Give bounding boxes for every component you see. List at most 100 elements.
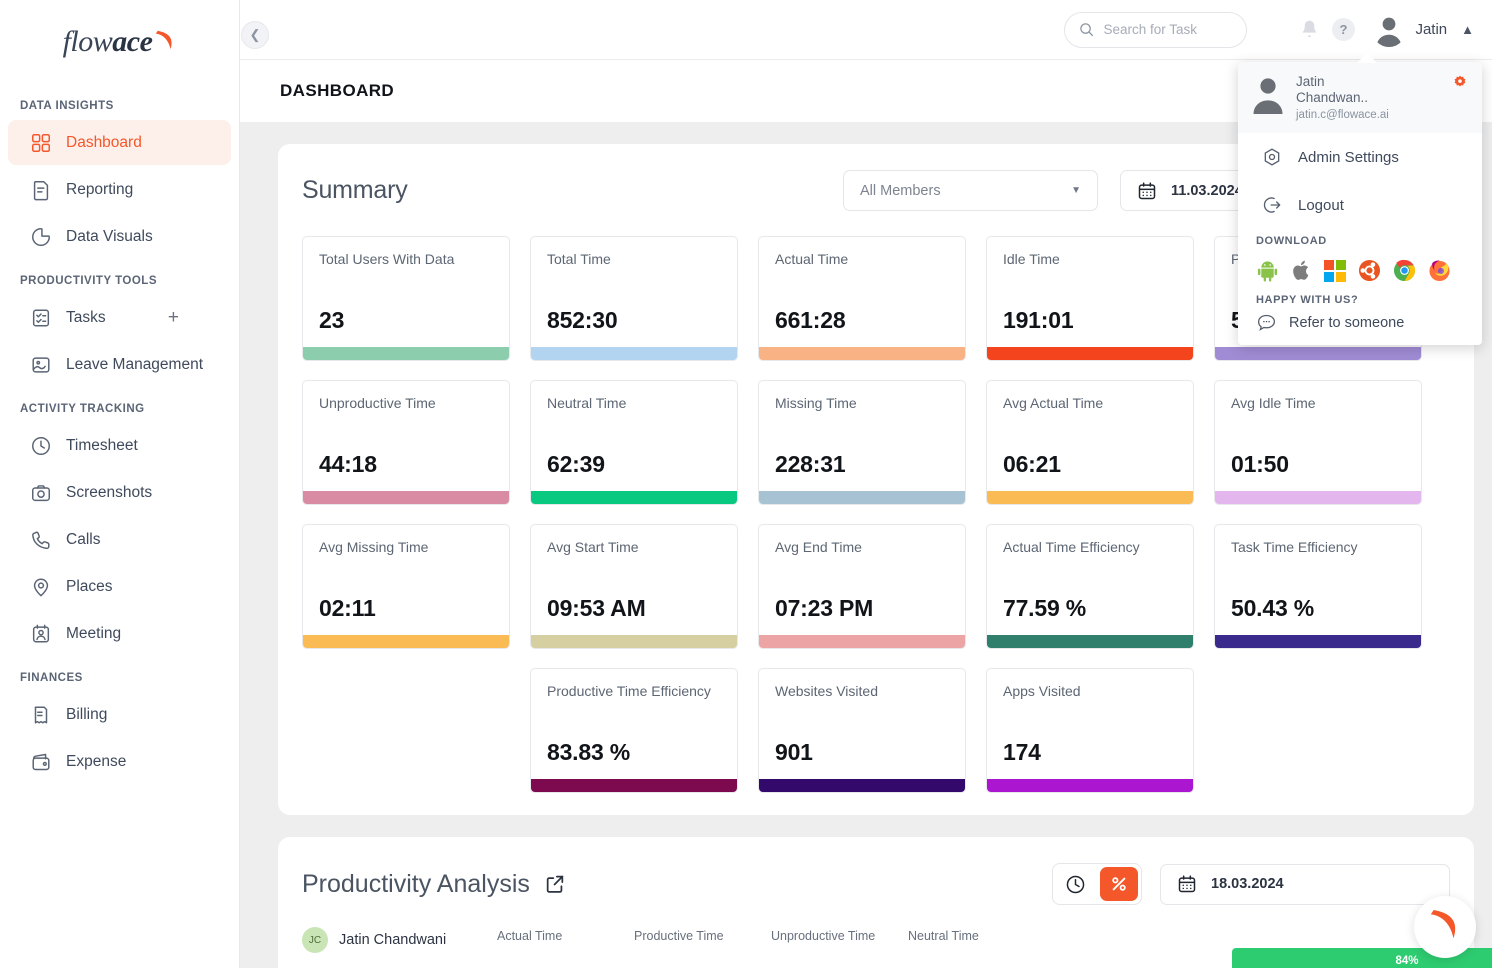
- sidebar-item-calls[interactable]: Calls: [8, 517, 231, 562]
- firefox-icon[interactable]: [1428, 259, 1451, 282]
- summary-card-accent-bar: [1215, 347, 1421, 360]
- refer-menu-item[interactable]: Refer to someone: [1238, 306, 1482, 333]
- summary-card-value: 02:11: [319, 595, 376, 621]
- user-dropdown-header: Jatin Chandwan.. jatin.c@flowace.ai: [1238, 62, 1482, 133]
- summary-card-accent-bar: [759, 347, 965, 360]
- summary-card-value: 07:23 PM: [775, 595, 874, 621]
- productivity-title: Productivity Analysis: [302, 869, 530, 898]
- report-icon: [33, 180, 49, 200]
- sidebar-group-title: DATA INSIGHTS: [20, 100, 114, 112]
- grid-icon: [32, 133, 50, 152]
- help-button[interactable]: ?: [1326, 13, 1360, 47]
- productivity-user-name: Jatin Chandwani: [339, 932, 447, 948]
- summary-card[interactable]: Productive Time Efficiency 83.83 %: [530, 668, 738, 793]
- sidebar-item-label: Tasks: [66, 308, 106, 326]
- user-avatar-icon: [1376, 17, 1402, 47]
- brand-bubble-button[interactable]: [1414, 896, 1476, 958]
- app-logo[interactable]: flowace: [0, 0, 239, 84]
- summary-card[interactable]: Unproductive Time 44:18: [302, 380, 510, 505]
- sidebar-item-meeting[interactable]: Meeting: [8, 611, 231, 656]
- sidebar-item-expense[interactable]: Expense: [8, 739, 231, 784]
- sidebar-item-label: Leave Management: [66, 355, 204, 373]
- summary-card-label: Total Time: [547, 251, 611, 267]
- sidebar-item-dashboard[interactable]: Dashboard: [8, 120, 231, 165]
- camera-icon: [32, 484, 50, 501]
- summary-card[interactable]: Websites Visited 901: [758, 668, 966, 793]
- summary-card[interactable]: Missing Time 228:31: [758, 380, 966, 505]
- summary-card-value: 901: [775, 739, 813, 765]
- sidebar-item-data-visuals[interactable]: Data Visuals: [8, 214, 231, 259]
- apple-icon[interactable]: [1291, 259, 1312, 282]
- gear-icon[interactable]: [1452, 74, 1468, 94]
- sidebar-item-label: Timesheet: [66, 436, 138, 454]
- member-filter-select[interactable]: All Members ▼: [843, 170, 1098, 211]
- view-mode-toggle: [1052, 863, 1142, 905]
- summary-card[interactable]: Avg Idle Time 01:50: [1214, 380, 1422, 505]
- summary-title: Summary: [302, 176, 408, 204]
- ubuntu-icon[interactable]: [1358, 259, 1381, 282]
- summary-card[interactable]: Avg Actual Time 06:21: [986, 380, 1194, 505]
- summary-card[interactable]: Neutral Time 62:39: [530, 380, 738, 505]
- sidebar-item-label: Calls: [66, 530, 101, 548]
- productivity-header: Productivity Analysis 18.03.2024: [302, 863, 1450, 905]
- refer-chat-icon: [1257, 314, 1276, 331]
- user-dropdown-email: jatin.c@flowace.ai: [1296, 109, 1389, 121]
- summary-card[interactable]: Task Time Efficiency 50.43 %: [1214, 524, 1422, 649]
- summary-card[interactable]: Actual Time Efficiency 77.59 %: [986, 524, 1194, 649]
- summary-card[interactable]: Avg Start Time 09:53 AM: [530, 524, 738, 649]
- sidebar-nav: DATA INSIGHTS Dashboard Reporting Data Visu…: [0, 100, 239, 784]
- productivity-date-value: 18.03.2024: [1211, 876, 1284, 892]
- summary-card[interactable]: Total Time 852:30: [530, 236, 738, 361]
- summary-card[interactable]: Avg End Time 07:23 PM: [758, 524, 966, 649]
- notifications-button[interactable]: [1292, 13, 1326, 47]
- sidebar-item-places[interactable]: Places: [8, 564, 231, 609]
- avatar[interactable]: [1372, 12, 1407, 47]
- productivity-date-picker[interactable]: 18.03.2024: [1160, 863, 1450, 905]
- windows-icon[interactable]: [1324, 259, 1346, 282]
- member-filter-value: All Members: [860, 182, 941, 199]
- summary-card-value: 50.43 %: [1231, 595, 1314, 621]
- sidebar-item-leave-management[interactable]: Leave Management: [8, 342, 231, 387]
- username-label[interactable]: Jatin: [1415, 21, 1447, 38]
- summary-card[interactable]: Actual Time 661:28: [758, 236, 966, 361]
- sidebar-item-label: Places: [66, 577, 113, 595]
- summary-card[interactable]: Avg Missing Time 02:11: [302, 524, 510, 649]
- sidebar-item-timesheet[interactable]: Timesheet: [8, 423, 231, 468]
- sidebar-collapse-button[interactable]: ❮: [241, 21, 269, 49]
- search-icon: [1080, 23, 1094, 37]
- page-title: DASHBOARD: [280, 81, 395, 100]
- summary-card-label: Idle Time: [1003, 251, 1060, 267]
- summary-card[interactable]: Apps Visited 174: [986, 668, 1194, 793]
- search-box[interactable]: [1064, 11, 1248, 48]
- productivity-column-header: Productive Time: [634, 929, 724, 943]
- download-icons-row: [1238, 247, 1482, 288]
- percent-icon: [1112, 877, 1126, 891]
- sidebar-item-billing[interactable]: Billing: [8, 692, 231, 737]
- search-input[interactable]: [1103, 22, 1224, 37]
- logout-menu-item[interactable]: Logout: [1238, 181, 1482, 229]
- admin-settings-menu-item[interactable]: Admin Settings: [1238, 133, 1482, 181]
- summary-card-accent-bar: [759, 779, 965, 792]
- chevron-down-icon: ▼: [1071, 185, 1081, 196]
- android-icon[interactable]: [1256, 259, 1279, 282]
- open-external-icon[interactable]: [544, 873, 566, 895]
- chevron-up-icon[interactable]: ▲: [1461, 22, 1474, 37]
- logo-swoosh-icon: [154, 29, 176, 55]
- summary-card-value: 01:50: [1231, 451, 1289, 477]
- calendar-icon: [1178, 875, 1196, 893]
- percent-view-toggle[interactable]: [1100, 867, 1138, 901]
- chrome-icon[interactable]: [1393, 259, 1416, 282]
- summary-card-accent-bar: [303, 635, 509, 648]
- refer-label: Refer to someone: [1289, 314, 1405, 331]
- time-view-toggle[interactable]: [1053, 864, 1097, 904]
- clock-icon: [32, 436, 50, 455]
- summary-card[interactable]: Idle Time 191:01: [986, 236, 1194, 361]
- add-task-button[interactable]: +: [168, 308, 179, 327]
- summary-card[interactable]: Total Users With Data 23: [302, 236, 510, 361]
- summary-card-label: Actual Time Efficiency: [1003, 539, 1140, 555]
- sidebar-item-screenshots[interactable]: Screenshots: [8, 470, 231, 515]
- settings-hex-icon: [1264, 148, 1280, 166]
- sidebar-item-reporting[interactable]: Reporting: [8, 167, 231, 212]
- summary-card-accent-bar: [1215, 491, 1421, 504]
- sidebar-item-tasks[interactable]: Tasks +: [8, 295, 231, 340]
